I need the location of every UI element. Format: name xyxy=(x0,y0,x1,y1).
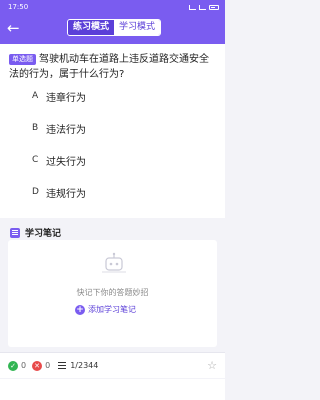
question-type-badge: 单选题 xyxy=(9,54,36,65)
add-note-label: 添加学习笔记 xyxy=(88,305,136,314)
status-bar: 17:50 xyxy=(0,0,225,14)
header: ← 练习模式 学习模式 xyxy=(0,14,225,44)
list-icon[interactable] xyxy=(58,365,67,366)
notes-title: 学习笔记 xyxy=(25,229,62,239)
tab-practice-mode[interactable]: 练习模式 xyxy=(68,20,115,35)
empty-robot-icon xyxy=(102,252,126,273)
check-icon: ✓ xyxy=(8,360,18,371)
signal-icon xyxy=(189,4,196,10)
option-b[interactable]: B 违法行为 xyxy=(0,118,225,138)
notes-empty-hint: 快记下你的答题妙招 xyxy=(76,288,149,297)
cross-icon: ✕ xyxy=(32,360,43,371)
correct-count: 0 xyxy=(21,361,27,370)
notes-section: 学习笔记 快记下你的答题妙招 + 添加学习笔记 xyxy=(0,218,225,350)
option-a[interactable]: A 违章行为 xyxy=(0,86,225,106)
question-progress[interactable]: 1/2344 xyxy=(70,361,98,370)
question-card: 单选题 驾驶机动车在道路上违反道路交通安全法的行为，属于什么行为? A 违章行为 … xyxy=(0,44,225,218)
option-letter: C xyxy=(32,155,39,165)
notes-header: 学习笔记 xyxy=(10,226,61,239)
wrong-count: 0 xyxy=(45,361,51,370)
option-text: 违法行为 xyxy=(46,124,86,136)
wifi-icon xyxy=(199,4,206,10)
notes-card: 快记下你的答题妙招 + 添加学习笔记 xyxy=(8,240,217,347)
option-text: 过失行为 xyxy=(46,156,86,168)
add-note-button[interactable]: + 添加学习笔记 xyxy=(75,304,136,315)
mode-switch: 练习模式 学习模式 xyxy=(67,19,162,36)
option-text: 违规行为 xyxy=(46,188,86,200)
plus-icon: + xyxy=(75,304,85,315)
option-d[interactable]: D 违规行为 xyxy=(0,182,225,202)
option-c[interactable]: C 过失行为 xyxy=(0,150,225,170)
notebook-icon xyxy=(10,227,20,238)
footer-bar: ✓ 0 ✕ 0 1/2344 ☆ xyxy=(0,352,225,378)
option-letter: A xyxy=(32,91,39,101)
option-letter: B xyxy=(32,123,39,133)
tab-study-mode[interactable]: 学习模式 xyxy=(114,20,161,35)
status-time: 17:50 xyxy=(8,3,29,11)
star-icon[interactable]: ☆ xyxy=(207,359,217,372)
option-letter: D xyxy=(32,187,39,197)
question-text-block: 单选题 驾驶机动车在道路上违反道路交通安全法的行为，属于什么行为? xyxy=(9,52,217,82)
arrow-left-icon[interactable]: ← xyxy=(7,20,20,36)
status-icons xyxy=(189,4,219,10)
option-text: 违章行为 xyxy=(46,92,86,104)
system-nav-bar xyxy=(0,379,225,400)
question-text: 驾驶机动车在道路上违反道路交通安全法的行为，属于什么行为? xyxy=(9,54,209,80)
battery-icon xyxy=(209,4,219,10)
